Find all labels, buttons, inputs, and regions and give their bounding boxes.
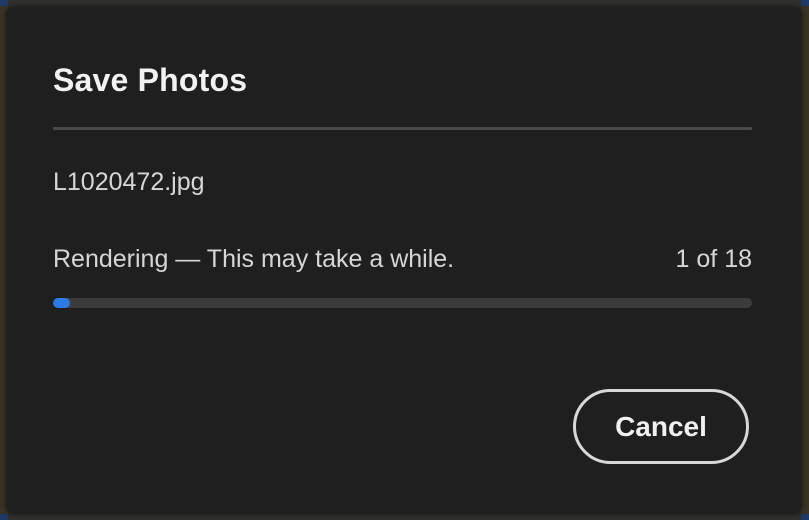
progress-bar — [53, 298, 752, 308]
title-divider — [53, 127, 752, 130]
save-photos-dialog: Save Photos L1020472.jpg Rendering — Thi… — [6, 7, 802, 514]
cancel-button[interactable]: Cancel — [573, 389, 749, 464]
status-row: Rendering — This may take a while. 1 of … — [53, 245, 752, 274]
progress-bar-fill — [53, 298, 71, 308]
progress-count: 1 of 18 — [675, 245, 752, 273]
dialog-title: Save Photos — [53, 62, 248, 98]
status-text: Rendering — This may take a while. — [53, 245, 455, 273]
current-filename: L1020472.jpg — [53, 168, 205, 196]
